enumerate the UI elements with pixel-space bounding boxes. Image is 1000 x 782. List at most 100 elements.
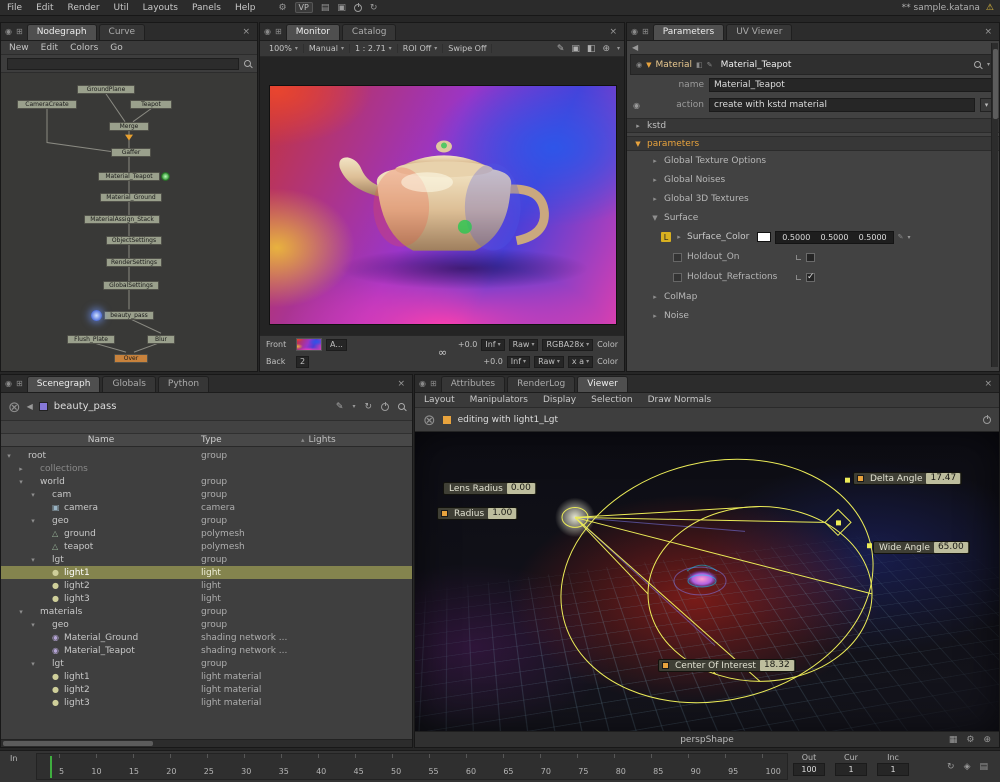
diamond-icon[interactable]: ◈ [964,762,971,772]
surface-color-value[interactable]: 0.5000 0.5000 0.5000 [775,231,893,244]
menu-item[interactable]: Help [228,3,263,13]
tab[interactable]: RenderLog [507,376,575,392]
panel-grid-icon[interactable]: ⊞ [16,379,23,388]
viewer-menu-item[interactable]: Manipulators [470,395,528,405]
viewer-menu-item[interactable]: Display [543,395,576,405]
expand-icon[interactable]: ▸ [675,233,683,241]
graph-node[interactable]: Blur [147,335,175,344]
tree-toggle-icon[interactable]: ▾ [29,556,37,564]
group-toggle-icon[interactable]: ▼ [651,214,659,222]
tree-row[interactable]: light2 light material [1,683,412,696]
graph-node[interactable]: Gaffer [111,148,151,157]
add-view-icon[interactable]: ⊕ [983,735,991,745]
panel-grid-icon[interactable]: ⊞ [430,379,437,388]
tree-row[interactable]: Material_Ground shading network ... [1,631,412,644]
panel-grid-icon[interactable]: ⊞ [642,27,649,36]
front-range-dropdown[interactable]: Inf▾ [481,339,504,351]
group-toggle-icon[interactable]: ▸ [651,293,659,301]
working-set-icon[interactable]: ⊗ [423,411,436,429]
panel-dot-icon[interactable]: ◉ [419,379,426,388]
action-dropdown[interactable]: create with kstd material [709,98,975,112]
expand-icon[interactable]: ▸ [634,122,642,130]
chevron-down-icon[interactable]: ▾ [352,403,355,410]
back-icon[interactable]: ◀ [27,402,33,411]
param-group-row[interactable]: ▸ Global 3D Textures [627,189,999,208]
tree-toggle-icon[interactable]: ▾ [17,608,25,616]
front-thumbnail[interactable] [296,338,322,351]
tab[interactable]: Nodegraph [27,24,97,40]
tab[interactable]: Monitor [286,24,340,40]
expand-icon[interactable]: ▼ [646,61,651,69]
panel-grid-icon[interactable]: ⊞ [275,27,282,36]
kstd-section-bar[interactable]: ▸ kstd [627,118,999,133]
color-swatch[interactable] [757,232,771,242]
link-icon[interactable]: ◧ [696,61,703,69]
screens-icon[interactable]: ▤ [321,3,330,13]
tree-row[interactable]: ▾ materials group [1,605,412,618]
column-name[interactable]: Name [1,435,201,445]
tree-row[interactable]: light2 light [1,579,412,592]
front-view-dropdown[interactable]: Raw▾ [509,339,539,351]
scroll-thumb[interactable] [3,741,153,746]
close-icon[interactable]: × [606,27,620,37]
param-group-row[interactable]: ▼ Surface [627,208,999,227]
menu-item[interactable]: Render [61,3,107,13]
tree-row[interactable]: ▾ geo group [1,514,412,527]
view-grid-icon[interactable]: ▦ [949,735,958,745]
panel-dot-icon[interactable]: ◉ [264,27,271,36]
zoom-dropdown[interactable]: 100%▾ [264,44,304,53]
power-icon[interactable] [983,416,991,424]
node-search-input[interactable] [7,58,239,70]
group-toggle-icon[interactable]: ▸ [651,157,659,165]
working-set-icon[interactable]: ⊗ [8,398,21,416]
menu-icon[interactable]: ▤ [979,762,988,772]
panel-grid-icon[interactable]: ⊞ [16,27,23,36]
group-toggle-icon[interactable]: ▸ [651,312,659,320]
name-field-input[interactable]: Material_Teapot [709,78,993,92]
graph-node[interactable]: RenderSettings [106,258,162,267]
refresh-icon[interactable]: ↻ [364,402,372,412]
tree-toggle-icon[interactable]: ▾ [29,517,37,525]
manipulator-value-pill[interactable]: Radius 1.00 [437,507,518,520]
group-toggle-icon[interactable]: ▸ [651,195,659,203]
tree-row[interactable]: ▾ geo group [1,618,412,631]
search-icon[interactable] [974,61,981,68]
graph-node[interactable]: Flush_Plate [67,335,115,344]
holdout-on-row[interactable]: Holdout_On [627,247,999,267]
menu-item[interactable]: Colors [70,43,98,53]
menu-item[interactable]: Edit [29,3,60,13]
chevron-down-icon[interactable]: ▾ [617,45,620,52]
tree-row[interactable]: ▾ root group [1,449,412,462]
render-view[interactable] [260,57,624,335]
tree-toggle-icon[interactable]: ▾ [17,478,25,486]
back-channels-dropdown[interactable]: x a▾ [568,356,593,368]
panel-dot-icon[interactable]: ◉ [5,27,12,36]
increment-input[interactable]: 1 [877,763,909,776]
manipulator-value-pill[interactable]: Lens Radius 0.00 [443,482,537,495]
param-group-row[interactable]: ▸ ColMap [627,287,999,306]
help-dot-icon[interactable]: ◉ [633,101,641,110]
tree-row[interactable]: camera camera [1,501,412,514]
camera-shape-label[interactable]: perspShape [680,735,734,745]
update-mode-dropdown[interactable]: Manual▾ [304,44,350,53]
viewer-menu-item[interactable]: Selection [591,395,632,405]
tree-row[interactable]: ▾ world group [1,475,412,488]
holdout-refractions-checkbox[interactable] [806,273,815,282]
graph-node[interactable]: MaterialAssign_Stack [84,215,160,224]
manipulator-value-pill[interactable]: Wide Angle 65.00 [873,541,970,554]
pencil-icon[interactable]: ✎ [707,61,713,69]
close-icon[interactable]: × [981,379,995,389]
refresh-icon[interactable]: ↻ [370,3,378,13]
graph-node[interactable]: ObjectSettings [106,236,162,245]
back-exposure[interactable]: +0.0 [483,357,502,366]
eyedropper-icon[interactable]: ✎ [898,233,904,241]
group-toggle-icon[interactable]: ▸ [651,176,659,184]
front-mode-box[interactable]: A... [326,339,347,351]
ratio-dropdown[interactable]: 1 : 2.71▾ [350,44,398,53]
tree-row[interactable]: ▾ cam group [1,488,412,501]
viewer-menu-item[interactable]: Layout [424,395,455,405]
chevron-down-icon[interactable]: ▾ [987,61,990,68]
layers-icon[interactable]: ▣ [571,44,580,54]
menu-item[interactable]: File [0,3,29,13]
tree-row[interactable]: teapot polymesh [1,540,412,553]
